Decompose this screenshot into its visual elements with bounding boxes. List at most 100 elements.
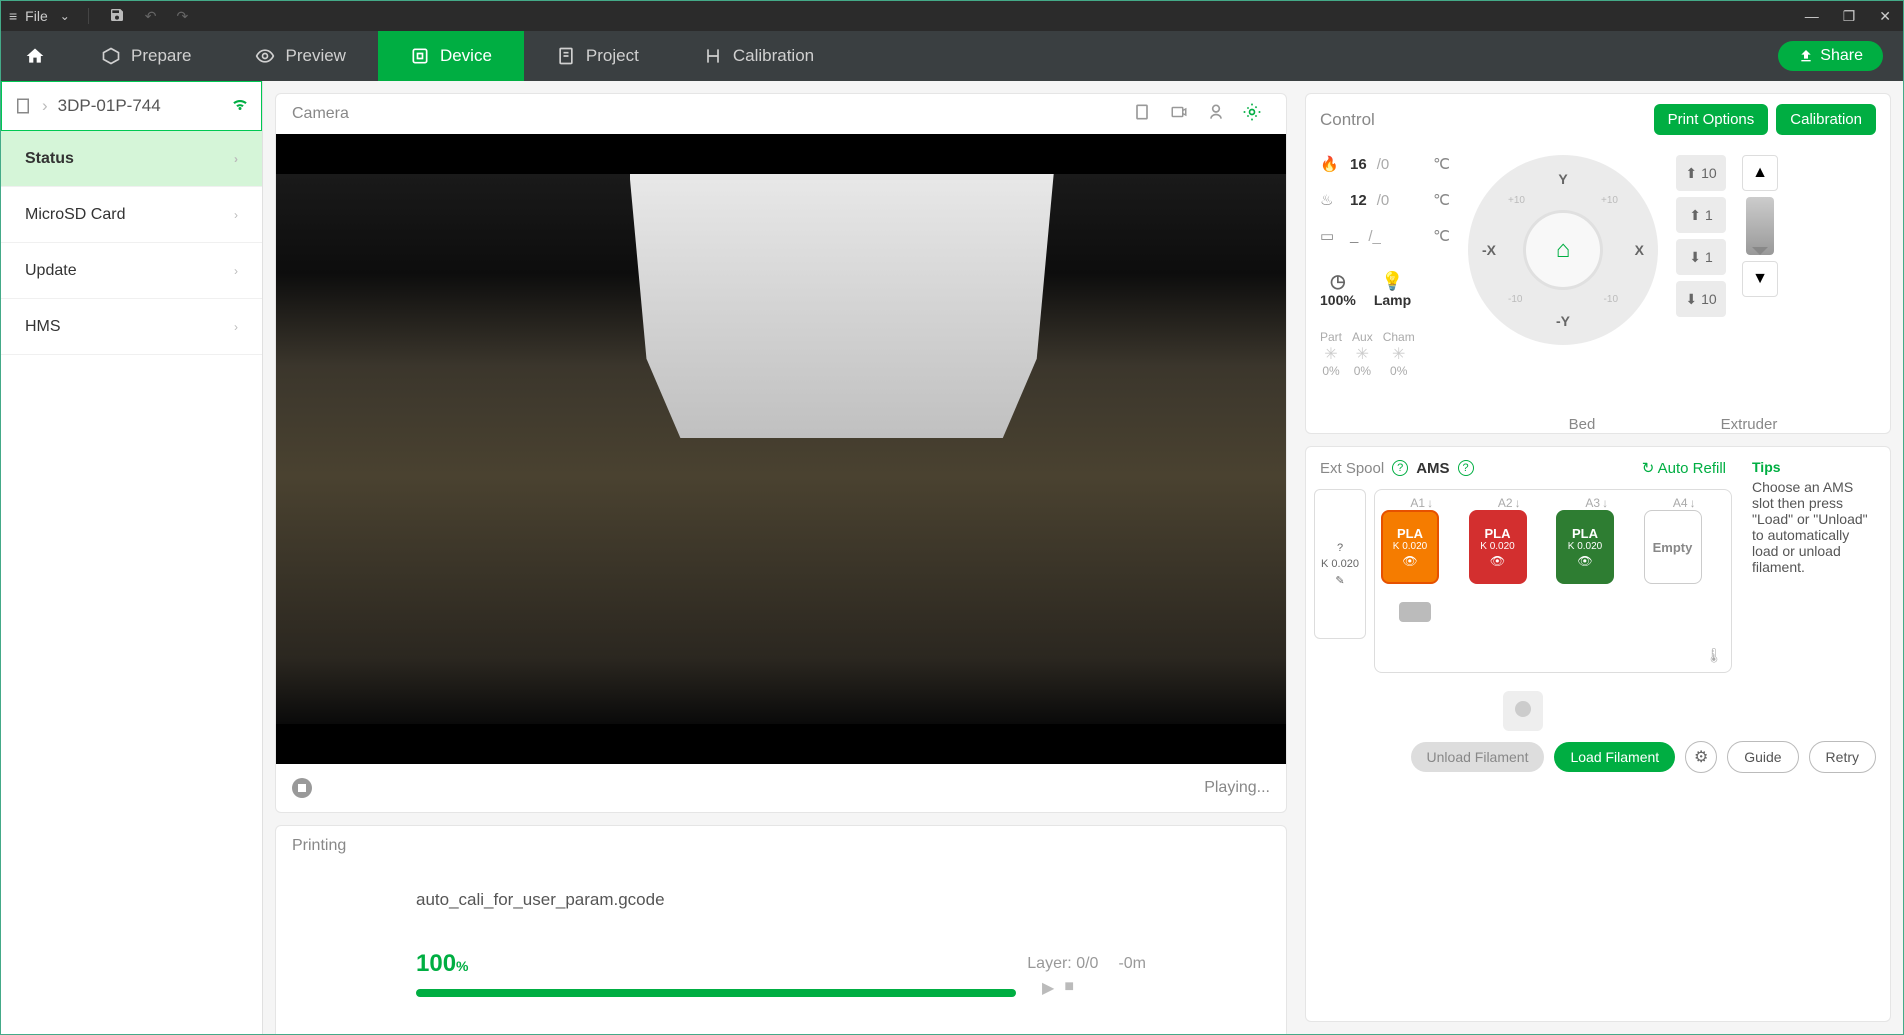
share-label: Share <box>1820 47 1863 65</box>
ams-settings-icon[interactable]: ⚙ <box>1685 741 1717 773</box>
ams-help-icon[interactable]: ? <box>1458 460 1474 476</box>
nav-prepare-label: Prepare <box>131 46 191 66</box>
auto-refill-toggle[interactable]: ↻ Auto Refill <box>1642 459 1726 477</box>
undo-icon[interactable]: ↶ <box>135 8 167 25</box>
ams-hub-icon <box>1399 602 1431 622</box>
retract-button[interactable]: ▼ <box>1742 261 1778 297</box>
z-controls: ⬆ 10 ⬆ 1 ⬇ 1 ⬇ 10 <box>1676 155 1726 378</box>
extruder-controls: ▲ ▼ <box>1742 155 1778 378</box>
ext-spool-help-icon[interactable]: ? <box>1392 460 1408 476</box>
fan-icon: ✳ <box>1352 344 1373 364</box>
file-menu[interactable]: File <box>25 8 52 24</box>
nav-calibration[interactable]: Calibration <box>671 31 846 81</box>
save-icon[interactable] <box>99 7 135 26</box>
fan-icon: ✳ <box>1320 344 1342 364</box>
sidebar-item-status[interactable]: Status› <box>1 131 262 187</box>
y-minus-button[interactable]: -Y <box>1556 313 1570 329</box>
x-minus-button[interactable]: -X <box>1482 242 1496 258</box>
bed-axis-label: Bed <box>1569 416 1596 433</box>
play-icon[interactable]: ▶ <box>1042 978 1054 998</box>
timelapse-icon[interactable] <box>1160 103 1198 126</box>
guide-button[interactable]: Guide <box>1727 741 1798 773</box>
titlebar: ≡ File ⌄ ↶ ↷ — ❐ ✕ <box>1 1 1903 31</box>
ext-spool-label: Ext Spool <box>1320 460 1384 477</box>
nav-prepare[interactable]: Prepare <box>69 31 223 81</box>
eye-icon: 👁 <box>1402 554 1417 568</box>
lamp-toggle[interactable]: 💡Lamp <box>1374 271 1411 308</box>
close-icon[interactable]: ✕ <box>1867 8 1903 25</box>
vr-icon[interactable] <box>1198 102 1234 127</box>
humidity-icon[interactable]: 🌡 <box>1705 647 1723 664</box>
ams-slot-4[interactable]: Empty <box>1644 510 1702 584</box>
maximize-icon[interactable]: ❐ <box>1831 8 1868 25</box>
ams-slot-2[interactable]: PLAK 0.020👁 <box>1469 510 1527 584</box>
ams-extruder-graphic <box>1503 691 1543 731</box>
ams-unit: A1↓PLAK 0.020👁 A2↓PLAK 0.020👁 A3↓PLAK 0.… <box>1374 489 1732 673</box>
extrude-button[interactable]: ▲ <box>1742 155 1778 191</box>
ams-slot-1[interactable]: PLAK 0.020👁 <box>1381 510 1439 584</box>
sd-record-icon[interactable] <box>1124 102 1160 127</box>
eye-icon: 👁 <box>1490 554 1505 568</box>
printing-filename: auto_cali_for_user_param.gcode <box>416 890 1146 910</box>
ams-label: AMS <box>1416 460 1449 477</box>
chamber-temp-row[interactable]: ▭ _ /_ ℃ <box>1320 227 1450 245</box>
x-plus-button[interactable]: X <box>1635 242 1644 258</box>
stop-print-icon[interactable]: ■ <box>1064 978 1074 998</box>
camera-panel: Camera Playing... <box>275 93 1287 813</box>
nav-calibration-label: Calibration <box>733 46 814 66</box>
eye-icon: 👁 <box>1577 554 1592 568</box>
nav-device[interactable]: Device <box>378 31 524 81</box>
control-panel: Control Print Options Calibration 🔥 16 /… <box>1305 93 1891 434</box>
nav-project[interactable]: Project <box>524 31 671 81</box>
nav-project-label: Project <box>586 46 639 66</box>
settings-icon[interactable] <box>1234 102 1270 127</box>
minimize-icon[interactable]: — <box>1793 8 1831 24</box>
sidebar-item-update[interactable]: Update› <box>1 243 262 299</box>
aux-fan[interactable]: Aux✳0% <box>1352 330 1373 378</box>
retry-button[interactable]: Retry <box>1809 741 1876 773</box>
speed-control[interactable]: ◷100% <box>1320 271 1356 308</box>
lamp-icon: 💡 <box>1374 271 1411 292</box>
unload-filament-button[interactable]: Unload Filament <box>1411 742 1545 772</box>
print-options-button[interactable]: Print Options <box>1654 104 1769 135</box>
z-up-10[interactable]: ⬆ 10 <box>1676 155 1726 191</box>
pencil-icon: ✎ <box>1335 574 1344 587</box>
bed-icon: ♨ <box>1320 191 1340 209</box>
nav-home[interactable] <box>1 31 69 81</box>
sidebar-item-microsd[interactable]: MicroSD Card› <box>1 187 262 243</box>
printing-layer: Layer: 0/0 <box>1027 955 1098 973</box>
printing-panel: Printing auto_cali_for_user_param.gcode … <box>275 825 1287 1034</box>
nav-preview[interactable]: Preview <box>223 31 377 81</box>
bed-temp-row[interactable]: ♨ 12 /0 ℃ <box>1320 191 1450 209</box>
share-button[interactable]: Share <box>1778 41 1883 71</box>
progress-bar <box>416 989 1016 997</box>
load-filament-button[interactable]: Load Filament <box>1554 742 1675 772</box>
z-down-1[interactable]: ⬇ 1 <box>1676 239 1726 275</box>
calibration-button[interactable]: Calibration <box>1776 104 1876 135</box>
control-title: Control <box>1320 110 1646 130</box>
menu-icon[interactable]: ≡ <box>1 8 25 24</box>
navbar: Prepare Preview Device Project Calibrati… <box>1 31 1903 81</box>
extruder-icon <box>1746 197 1774 255</box>
ams-slot-3[interactable]: PLAK 0.020👁 <box>1556 510 1614 584</box>
separator <box>88 8 89 24</box>
xy-dpad: ⌂ Y -Y -X X +10 +10 -10 -10 <box>1468 155 1658 345</box>
z-up-1[interactable]: ⬆ 1 <box>1676 197 1726 233</box>
part-fan[interactable]: Part✳0% <box>1320 330 1342 378</box>
camera-status: Playing... <box>1204 779 1270 797</box>
redo-icon[interactable]: ↷ <box>167 8 199 25</box>
y-plus-button[interactable]: Y <box>1558 171 1567 187</box>
file-chevron-icon[interactable]: ⌄ <box>52 9 78 23</box>
stop-stream-button[interactable] <box>292 778 312 798</box>
ams-panel: Ext Spool ? AMS ? ↻ Auto Refill ? K 0.02… <box>1305 446 1891 1022</box>
nav-device-label: Device <box>440 46 492 66</box>
nozzle-temp-row[interactable]: 🔥 16 /0 ℃ <box>1320 155 1450 173</box>
home-button[interactable]: ⌂ <box>1523 210 1603 290</box>
device-selector[interactable]: › 3DP-01P-744 <box>1 81 262 131</box>
printing-time-left: -0m <box>1118 955 1146 973</box>
ext-spool-slot[interactable]: ? K 0.020 ✎ <box>1314 489 1366 639</box>
home-icon: ⌂ <box>1556 236 1571 264</box>
sidebar-item-hms[interactable]: HMS› <box>1 299 262 355</box>
z-down-10[interactable]: ⬇ 10 <box>1676 281 1726 317</box>
chamber-fan[interactable]: Cham✳0% <box>1383 330 1415 378</box>
